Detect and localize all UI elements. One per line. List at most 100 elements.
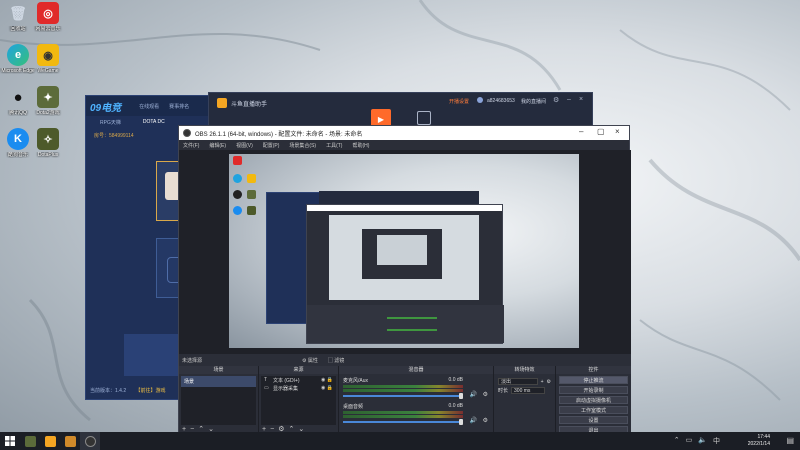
eye-icon[interactable]: ◉ 🔒 — [321, 385, 333, 391]
scenes-list[interactable]: 场景 — [181, 376, 256, 425]
volume-slider-handle[interactable] — [459, 393, 463, 399]
taskbar-launcher-app[interactable] — [60, 432, 80, 450]
preview-desktop-icons — [229, 154, 269, 254]
ime-icon[interactable]: 中 — [713, 436, 720, 446]
stop-streaming-button[interactable]: 停止推流 — [559, 376, 628, 384]
edge-glyph-icon: e — [7, 44, 29, 66]
dota2-glyph-icon: ✦ — [37, 86, 59, 108]
chevron-up-icon[interactable]: ⌃ — [674, 436, 680, 446]
launcher-nav-watch[interactable]: 在线观看 — [139, 103, 159, 110]
source-label: 显示器采集 — [273, 385, 299, 392]
recycle-bin-glyph-icon: 🗑 — [9, 4, 27, 21]
menu-profile[interactable]: 配置(P) — [263, 142, 280, 149]
close-icon[interactable]: × — [579, 96, 583, 103]
volume-slider-handle[interactable] — [459, 419, 463, 425]
preview-obs — [306, 204, 504, 344]
launcher-nav-rank[interactable]: 赛事排名 — [169, 103, 189, 110]
menu-tools[interactable]: 工具(T) — [326, 142, 342, 149]
start-recording-button[interactable]: 开始录制 — [559, 386, 628, 394]
scene-item[interactable]: 场景 — [181, 376, 256, 387]
filters-button[interactable]: ▢ 滤镜 — [328, 357, 344, 364]
netease-music-icon[interactable]: ◎ 网易云音乐 — [30, 2, 66, 32]
kugou-glyph-icon: K — [7, 128, 29, 150]
obs-window[interactable]: OBS 26.1.1 (64-bit, windows) - 配置文件: 未命名… — [178, 125, 631, 434]
selected-source-label: 未选择源 — [182, 357, 203, 364]
obs-scene-bar: 未选择源 ⚙ 属性 ▢ 滤镜 — [179, 354, 631, 366]
minimize-icon[interactable]: – — [579, 127, 583, 136]
volume-slider[interactable] — [343, 395, 461, 397]
launcher-icon — [64, 435, 76, 447]
dota2-icon — [24, 435, 36, 447]
volume-icon[interactable]: 🔈 — [698, 436, 707, 446]
speaker-icon[interactable]: 🔊 — [470, 417, 477, 424]
obs-preview-canvas[interactable] — [229, 154, 579, 348]
system-tray: ⌃ ▭ 🔈 中 — [674, 436, 720, 446]
menu-file[interactable]: 文件(F) — [183, 142, 199, 149]
wegame-icon[interactable]: ◉ WeGame — [30, 44, 66, 74]
briefcase-icon[interactable] — [417, 111, 431, 125]
obs-preview-area[interactable] — [179, 150, 631, 378]
studio-mode-button[interactable]: 工作室模式 — [559, 406, 628, 414]
mixer-dock-title: 混音器 — [339, 366, 493, 374]
launcher-footer: 当前版本：1.4.2 【前往】游戏 — [90, 387, 166, 394]
launcher-tab-rpg[interactable]: RPG天梯 — [100, 119, 121, 126]
taskbar-douyu-app[interactable] — [40, 432, 60, 450]
launcher-version: 当前版本：1.4.2 — [90, 388, 127, 394]
close-icon[interactable]: × — [615, 127, 620, 136]
notification-icon[interactable]: ▤ — [786, 436, 794, 445]
duration-label: 时长 — [498, 388, 509, 394]
douyu-setup-link[interactable]: 开播设置 — [449, 98, 469, 105]
controls-dock: 控件 停止推流 开始录制 启动虚拟摄像机 工作室模式 设置 退出 — [556, 366, 631, 434]
taskbar-dota-app[interactable] — [20, 432, 40, 450]
network-icon[interactable]: ▭ — [686, 436, 693, 446]
obs-titlebar: OBS 26.1.1 (64-bit, windows) - 配置文件: 未命名… — [179, 126, 629, 140]
volume-meter — [343, 389, 463, 392]
source-item[interactable]: T 文本 (GDI+) ◉ 🔒 — [261, 376, 336, 384]
minimize-icon[interactable]: – — [567, 96, 571, 103]
scenes-dock-title: 场景 — [179, 366, 258, 374]
maximize-icon[interactable]: ▢ — [597, 127, 605, 136]
clock-time: 17:44 — [757, 434, 770, 440]
properties-button[interactable]: ⚙ 属性 — [302, 357, 318, 364]
sources-list[interactable]: T 文本 (GDI+) ◉ 🔒 ▭ 显示器采集 ◉ 🔒 — [261, 376, 336, 425]
menu-view[interactable]: 视图(V) — [236, 142, 253, 149]
transitions-dock-title: 转场特效 — [494, 366, 555, 374]
gear-icon[interactable]: ⚙ — [483, 417, 488, 424]
source-item[interactable]: ▭ 显示器采集 ◉ 🔒 — [261, 384, 336, 392]
mixer-channel-desktop: 桌面音频 0.0 dB 🔊 ⚙ — [341, 403, 491, 427]
gear-icon[interactable]: ⚙ — [547, 379, 551, 385]
dotaplus-icon[interactable]: ✧ DotaPlus — [30, 128, 66, 158]
taskbar-clock[interactable]: 17:44 2022/1/14 — [748, 434, 770, 448]
eye-icon[interactable]: ◉ 🔒 — [321, 377, 333, 383]
settings-button[interactable]: 设置 — [559, 416, 628, 424]
start-virtual-camera-button[interactable]: 启动虚拟摄像机 — [559, 396, 628, 404]
menu-edit[interactable]: 编辑(E) — [209, 142, 226, 149]
dota2-icon[interactable]: ✦ Dota2游戏 — [30, 86, 66, 116]
transition-type-select[interactable]: 淡出 — [498, 378, 538, 385]
channel-db: 0.0 dB — [448, 403, 463, 409]
gear-icon[interactable]: ⚙ — [483, 391, 488, 398]
douyu-my-room-link[interactable]: 我的直播间 — [521, 98, 546, 105]
launcher-play-button[interactable]: 【前往】游戏 — [136, 388, 166, 394]
menu-help[interactable]: 帮助(H) — [352, 142, 369, 149]
volume-slider[interactable] — [343, 421, 461, 423]
desktop-icon-label: DotaPlus — [37, 152, 59, 158]
clock-date: 2022/1/14 — [747, 441, 770, 447]
volume-meter — [343, 411, 463, 414]
douyu-username: a824683653 — [487, 98, 515, 104]
start-button[interactable] — [0, 432, 20, 450]
duration-input[interactable]: 300 ms — [511, 387, 546, 394]
sources-dock: 来源 T 文本 (GDI+) ◉ 🔒 ▭ 显示器采集 ◉ 🔒 +−⚙⌃⌄ — [259, 366, 339, 434]
taskbar-obs-app[interactable] — [80, 432, 100, 450]
dotaplus-glyph-icon: ✧ — [37, 128, 59, 150]
launcher-tab-dota[interactable]: DOTA DC — [143, 119, 165, 125]
transitions-dock: 转场特效 淡出 + ⚙ 时长 300 ms — [494, 366, 556, 434]
obs-window-title: OBS 26.1.1 (64-bit, windows) - 配置文件: 未命名… — [195, 131, 363, 138]
speaker-icon[interactable]: 🔊 — [470, 391, 477, 398]
gear-icon[interactable]: ⚙ — [553, 96, 559, 104]
douyu-logo-icon — [217, 98, 227, 108]
menu-scene-collection[interactable]: 场景集合(S) — [289, 142, 316, 149]
douyu-title: 斗鱼直播助手 — [231, 102, 268, 108]
volume-meter — [343, 415, 463, 418]
add-transition-button[interactable]: + — [541, 379, 544, 385]
